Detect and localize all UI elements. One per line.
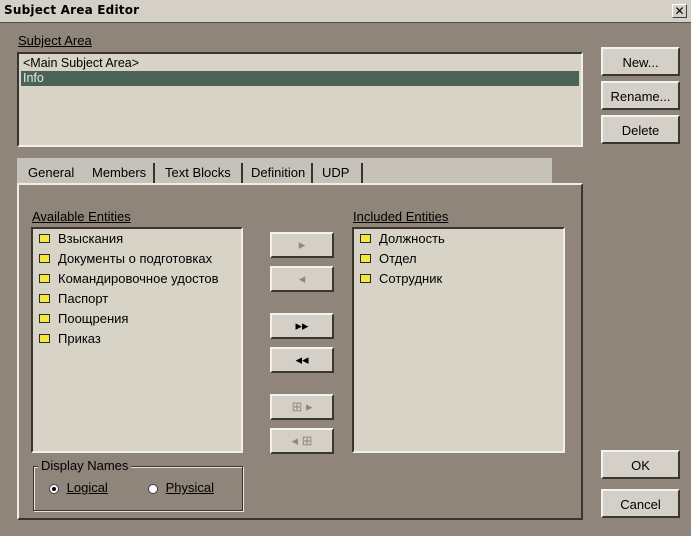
delete-button-label: Delete <box>621 123 660 138</box>
entity-name: Отдел <box>379 251 417 266</box>
list-item[interactable]: Паспорт <box>39 289 108 309</box>
entity-icon <box>360 254 371 264</box>
entity-icon <box>39 314 50 324</box>
included-entities-list[interactable]: Должность Отдел Сотрудник <box>352 227 565 453</box>
tree-right-icon: ⊞ ▸ <box>291 399 313 414</box>
list-item[interactable]: Должность <box>360 229 445 249</box>
cancel-button-label: Cancel <box>620 497 661 512</box>
entity-name: Паспорт <box>58 291 109 306</box>
tab-text-blocks[interactable]: Text Blocks <box>165 163 243 183</box>
entity-icon <box>39 334 50 344</box>
available-entities-list[interactable]: Взыскания Документы о подготовках Команд… <box>31 227 243 453</box>
list-item[interactable]: Поощрения <box>39 309 128 329</box>
new-button-label: New... <box>622 55 659 70</box>
entity-name: Сотрудник <box>379 271 443 286</box>
entity-icon <box>39 274 50 284</box>
chevron-left-icon: ◂ <box>298 271 306 286</box>
list-item[interactable]: Сотрудник <box>360 269 442 289</box>
double-chevron-right-icon: ▸▸ <box>295 318 309 333</box>
remove-tree-button[interactable]: ◂ ⊞ <box>270 428 334 454</box>
double-chevron-left-icon: ◂◂ <box>295 352 309 367</box>
list-item[interactable]: Документы о подготовках <box>39 249 212 269</box>
list-item[interactable]: Командировочное удостов <box>39 269 219 289</box>
radio-unselected-icon <box>148 483 158 494</box>
physical-radio-label: Physical <box>165 480 215 495</box>
remove-one-button[interactable]: ◂ <box>270 266 334 292</box>
available-entities-label: Available Entities <box>32 209 131 224</box>
entity-icon <box>39 234 50 244</box>
window-title: Subject Area Editor <box>4 3 140 17</box>
list-item[interactable]: Отдел <box>360 249 417 269</box>
tab-bar: General Members Text Blocks Definition U… <box>17 158 552 184</box>
ok-button-label: OK <box>631 458 650 473</box>
entity-name: Взыскания <box>58 231 124 246</box>
subject-area-item-main[interactable]: <Main Subject Area> <box>21 56 579 71</box>
add-all-button[interactable]: ▸▸ <box>270 313 334 339</box>
entity-name: Поощрения <box>58 311 129 326</box>
rename-button[interactable]: Rename... <box>601 81 680 110</box>
tree-left-icon: ◂ ⊞ <box>291 433 313 448</box>
physical-radio[interactable]: Physical <box>148 479 214 497</box>
delete-button[interactable]: Delete <box>601 115 680 144</box>
add-tree-button[interactable]: ⊞ ▸ <box>270 394 334 420</box>
chevron-right-icon: ▸ <box>298 237 306 252</box>
ok-button[interactable]: OK <box>601 450 680 479</box>
entity-icon <box>360 234 371 244</box>
add-one-button[interactable]: ▸ <box>270 232 334 258</box>
entity-icon <box>39 294 50 304</box>
radio-selected-icon <box>49 483 59 494</box>
logical-radio[interactable]: Logical <box>49 479 108 497</box>
title-bar: Subject Area Editor ✕ <box>0 0 691 23</box>
display-names-label: Display Names <box>38 458 132 473</box>
new-button[interactable]: New... <box>601 47 680 76</box>
list-item[interactable]: Взыскания <box>39 229 123 249</box>
entity-name: Командировочное удостов <box>58 271 219 286</box>
subject-area-list[interactable]: <Main Subject Area> Info <box>17 52 583 147</box>
subject-area-label: Subject Area <box>18 33 92 48</box>
entity-name: Приказ <box>58 331 101 346</box>
entity-name: Должность <box>379 231 445 246</box>
tab-members[interactable]: Members <box>92 163 155 183</box>
close-icon[interactable]: ✕ <box>672 4 687 18</box>
subject-area-item-info[interactable]: Info <box>21 71 579 86</box>
entity-name: Документы о подготовках <box>58 251 213 266</box>
tab-general[interactable]: General <box>28 163 74 183</box>
logical-radio-label: Logical <box>66 480 108 495</box>
included-entities-label: Included Entities <box>353 209 449 224</box>
cancel-button[interactable]: Cancel <box>601 489 680 518</box>
entity-icon <box>39 254 50 264</box>
tab-udp[interactable]: UDP <box>322 163 363 183</box>
remove-all-button[interactable]: ◂◂ <box>270 347 334 373</box>
rename-button-label: Rename... <box>610 89 671 104</box>
tab-definition[interactable]: Definition <box>251 163 313 183</box>
list-item[interactable]: Приказ <box>39 329 101 349</box>
entity-icon <box>360 274 371 284</box>
